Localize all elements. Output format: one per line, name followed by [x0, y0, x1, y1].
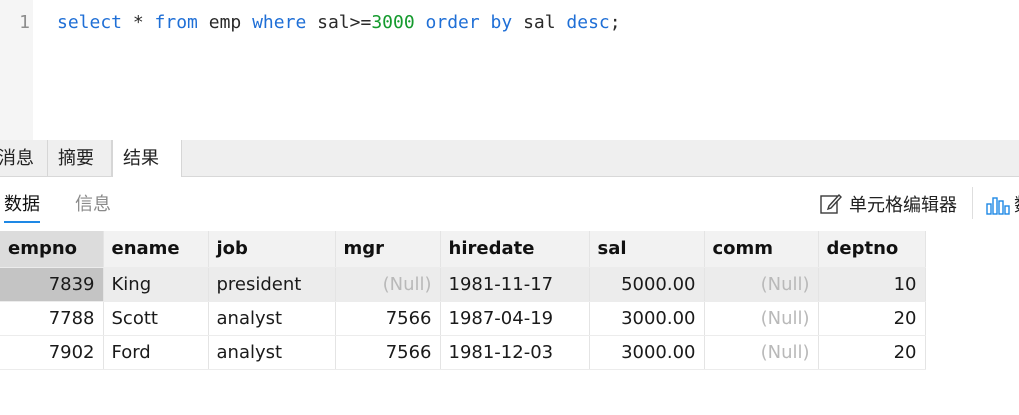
cell-job[interactable]: president: [208, 267, 336, 302]
sql-token-kw: from: [154, 12, 198, 33]
sql-token-id: emp: [197, 12, 253, 33]
column-header-empno[interactable]: empno: [0, 231, 104, 268]
subtab-info[interactable]: 信息: [75, 193, 111, 221]
line-number: 1: [19, 12, 30, 33]
column-header-deptno[interactable]: deptno: [818, 231, 926, 268]
cell-editor-label: 单元格编辑器: [849, 195, 957, 216]
cell-comm[interactable]: (Null): [704, 267, 819, 302]
cell-empno[interactable]: 7902: [0, 335, 104, 370]
sql-editor[interactable]: 1 select * from emp where sal>=3000 orde…: [0, 0, 1019, 140]
line-gutter: 1: [0, 0, 33, 140]
cell-deptno[interactable]: 20: [818, 301, 926, 336]
result-grid[interactable]: empno ename job mgr hiredate sal comm de…: [0, 231, 926, 370]
column-header-ename[interactable]: ename: [103, 231, 209, 268]
cell-deptno[interactable]: 10: [818, 267, 926, 302]
sql-token-kw: desc: [566, 12, 610, 33]
cell-job[interactable]: analyst: [208, 301, 336, 336]
sql-token-id: sal>=: [306, 12, 372, 33]
column-header-job[interactable]: job: [208, 231, 336, 268]
sql-token-op: ;: [609, 12, 621, 33]
cell-hiredate[interactable]: 1981-11-17: [440, 267, 590, 302]
cell-deptno[interactable]: 20: [818, 335, 926, 370]
chart-label: 数: [1014, 191, 1019, 217]
bar-chart-icon: [986, 197, 1010, 215]
cell-empno[interactable]: 7788: [0, 301, 104, 336]
cell-ename[interactable]: Scott: [103, 301, 209, 336]
chart-button[interactable]: 数: [985, 190, 1019, 218]
cell-ename[interactable]: Ford: [103, 335, 209, 370]
sql-token-kw: select: [57, 12, 123, 33]
subtab-data[interactable]: 数据: [4, 193, 40, 223]
cell-mgr[interactable]: 7566: [335, 335, 441, 370]
table-row[interactable]: 7902 Ford analyst 7566 1981-12-03 3000.0…: [0, 335, 926, 370]
sql-token-op: *: [122, 12, 155, 33]
sql-code-line[interactable]: select * from emp where sal>=3000 order …: [57, 12, 621, 34]
column-header-comm[interactable]: comm: [704, 231, 819, 268]
tab-messages[interactable]: 消息: [0, 140, 48, 176]
column-header-sal[interactable]: sal: [589, 231, 705, 268]
cell-sal[interactable]: 5000.00: [589, 267, 705, 302]
sql-token-op: [480, 12, 491, 33]
sql-token-id: sal: [512, 12, 567, 33]
cell-editor-button[interactable]: 单元格编辑器: [819, 190, 957, 218]
table-row[interactable]: 7788 Scott analyst 7566 1987-04-19 3000.…: [0, 301, 926, 336]
table-row[interactable]: 7839 King president (Null) 1981-11-17 50…: [0, 267, 926, 302]
cell-sal[interactable]: 3000.00: [589, 335, 705, 370]
toolbar-divider: [972, 187, 973, 219]
result-tab-bar: 消息 摘要 结果 1: [0, 140, 1019, 207]
cell-mgr[interactable]: (Null): [335, 267, 441, 302]
cell-hiredate[interactable]: 1987-04-19: [440, 301, 590, 336]
cell-job[interactable]: analyst: [208, 335, 336, 370]
grid-header-row: empno ename job mgr hiredate sal comm de…: [0, 231, 926, 268]
cell-ename[interactable]: King: [103, 267, 209, 302]
sql-token-kw: where: [252, 12, 307, 33]
cell-hiredate[interactable]: 1981-12-03: [440, 335, 590, 370]
sql-token-kw: by: [490, 12, 513, 33]
sql-token-kw: order: [425, 12, 480, 33]
cell-mgr[interactable]: 7566: [335, 301, 441, 336]
column-header-hiredate[interactable]: hiredate: [440, 231, 590, 268]
cell-empno[interactable]: 7839: [0, 267, 104, 302]
sql-token-num: 3000: [371, 12, 415, 33]
cell-comm[interactable]: (Null): [704, 335, 819, 370]
cell-comm[interactable]: (Null): [704, 301, 819, 336]
tab-result-1[interactable]: 结果 1: [112, 140, 182, 207]
cell-sal[interactable]: 3000.00: [589, 301, 705, 336]
tab-summary[interactable]: 摘要: [48, 140, 112, 176]
sql-token-op: [415, 12, 426, 33]
edit-pencil-icon: [820, 193, 842, 214]
column-header-mgr[interactable]: mgr: [335, 231, 441, 268]
result-toolbar: 数据 信息 单元格编辑器 数: [0, 177, 1019, 229]
